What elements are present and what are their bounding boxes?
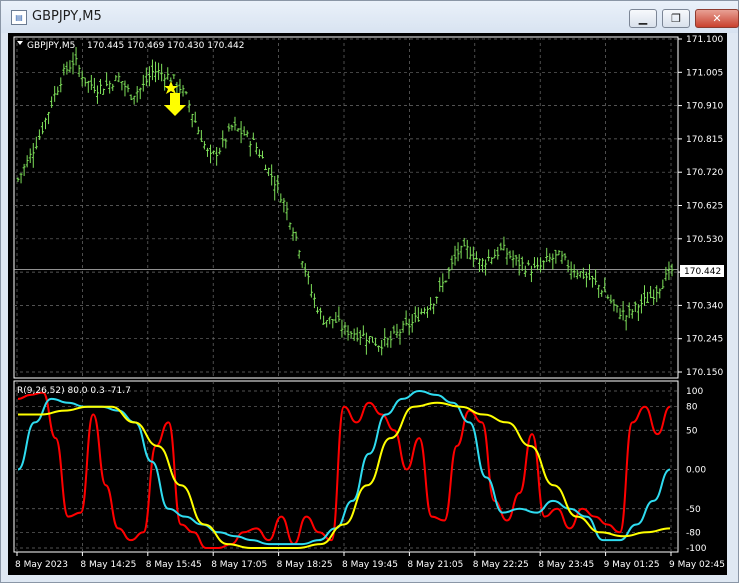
chart-area[interactable]: 171.100 171.005 170.910 170.815 170.720 170.6… bbox=[8, 33, 727, 575]
price-tick-label: 170.340 bbox=[686, 301, 723, 311]
window-title: GBPJPY,M5 bbox=[32, 9, 102, 24]
time-tick-label: 8 May 19:45 bbox=[342, 560, 398, 570]
price-axis[interactable]: 171.100 171.005 170.910 170.815 170.720 170.6… bbox=[678, 35, 723, 378]
indicator-tick-label: 50 bbox=[686, 426, 698, 436]
time-tick-label: 8 May 21:05 bbox=[407, 560, 463, 570]
time-tick-label: 8 May 2023 bbox=[15, 560, 68, 570]
price-tick-label: 170.530 bbox=[686, 235, 723, 245]
maximize-icon: ❐ bbox=[671, 12, 681, 25]
time-tick-label: 8 May 17:05 bbox=[211, 560, 267, 570]
chart-window-icon: ▤ bbox=[11, 10, 27, 25]
price-tick-label: 170.625 bbox=[686, 202, 723, 212]
time-tick-label: 8 May 14:25 bbox=[80, 560, 136, 570]
indicator-tick-label: 80 bbox=[686, 403, 698, 413]
time-tick-label: 9 May 02:45 bbox=[669, 560, 725, 570]
title-bar[interactable]: ▤ GBPJPY,M5 ▁ ❐ ✕ bbox=[1, 1, 739, 33]
time-axis[interactable]: 8 May 2023 8 May 14:25 8 May 15:45 8 May 17… bbox=[15, 552, 725, 570]
price-bars bbox=[16, 47, 674, 356]
indicator-tick-label: 100 bbox=[686, 387, 703, 397]
grid bbox=[14, 37, 678, 552]
price-tick-label: 170.245 bbox=[686, 335, 723, 345]
indicator-tick-label: 0.00 bbox=[686, 466, 706, 476]
chart-ohlc-label: 170.445 170.469 170.430 170.442 bbox=[87, 41, 244, 51]
price-tick-label: 170.815 bbox=[686, 135, 723, 145]
minimize-button[interactable]: ▁ bbox=[629, 9, 657, 28]
time-tick-label: 8 May 23:45 bbox=[538, 560, 594, 570]
time-tick-label: 9 May 01:25 bbox=[604, 560, 660, 570]
current-price-label: 170.442 bbox=[684, 267, 721, 277]
price-tick-label: 170.150 bbox=[686, 368, 723, 378]
maximize-button[interactable]: ❐ bbox=[662, 9, 690, 28]
price-tick-label: 171.100 bbox=[686, 35, 723, 45]
indicator-tick-label: -100 bbox=[686, 544, 707, 554]
price-tick-label: 170.910 bbox=[686, 102, 723, 112]
chart-menu-triangle-icon[interactable] bbox=[17, 41, 23, 45]
indicator-axis[interactable]: 100 80 50 0.00 -50 -80 -100 bbox=[686, 387, 707, 554]
time-tick-label: 8 May 15:45 bbox=[146, 560, 202, 570]
indicator-label: R(9,26,52) 80.0 0.3 -71.7 bbox=[17, 386, 131, 396]
close-icon: ✕ bbox=[712, 12, 722, 25]
indicator-tick-label: -80 bbox=[686, 528, 701, 538]
main-chart-frame bbox=[13, 36, 679, 379]
price-tick-label: 170.720 bbox=[686, 168, 723, 178]
time-tick-label: 8 May 22:25 bbox=[473, 560, 529, 570]
price-tick-label: 171.005 bbox=[686, 68, 723, 78]
indicator-tick-label: -50 bbox=[686, 505, 701, 515]
chart-symbol-label: GBPJPY,M5 bbox=[27, 41, 75, 51]
price-chart-svg[interactable]: 171.100 171.005 170.910 170.815 170.720 170.6… bbox=[8, 33, 727, 575]
time-tick-label: 8 May 18:25 bbox=[277, 560, 333, 570]
minimize-icon: ▁ bbox=[638, 12, 648, 25]
chart-window: ▤ GBPJPY,M5 ▁ ❐ ✕ 171.100 171.005 170.910 1… bbox=[0, 0, 739, 583]
close-button[interactable]: ✕ bbox=[695, 9, 739, 28]
